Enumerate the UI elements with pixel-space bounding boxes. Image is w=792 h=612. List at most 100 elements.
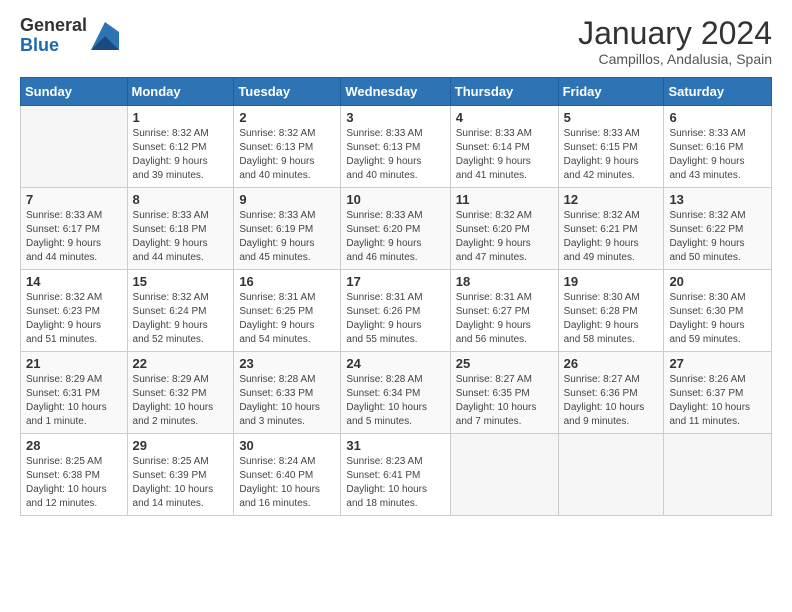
day-number: 31 [346,438,444,453]
day-info: Sunrise: 8:30 AMSunset: 6:28 PMDaylight:… [564,291,659,347]
day-number: 26 [564,356,659,371]
day-number: 9 [239,192,335,207]
day-info: Sunrise: 8:33 AMSunset: 6:17 PMDaylight:… [26,209,122,265]
day-info: Sunrise: 8:32 AMSunset: 6:22 PMDaylight:… [669,209,766,265]
day-info: Sunrise: 8:26 AMSunset: 6:37 PMDaylight:… [669,373,766,429]
calendar-table: SundayMondayTuesdayWednesdayThursdayFrid… [20,77,772,516]
day-number: 5 [564,110,659,125]
day-info: Sunrise: 8:25 AMSunset: 6:39 PMDaylight:… [133,455,229,511]
day-cell: 6 Sunrise: 8:33 AMSunset: 6:16 PMDaylight… [664,106,772,188]
day-info: Sunrise: 8:24 AMSunset: 6:40 PMDaylight:… [239,455,335,511]
day-number: 30 [239,438,335,453]
day-number: 15 [133,274,229,289]
day-number: 27 [669,356,766,371]
day-info: Sunrise: 8:33 AMSunset: 6:19 PMDaylight:… [239,209,335,265]
logo-blue: Blue [20,36,87,56]
day-info: Sunrise: 8:31 AMSunset: 6:26 PMDaylight:… [346,291,444,347]
day-cell: 7 Sunrise: 8:33 AMSunset: 6:17 PMDaylight… [21,188,128,270]
day-cell: 24 Sunrise: 8:28 AMSunset: 6:34 PMDayligh… [341,352,450,434]
day-cell: 2Sunrise: 8:32 AMSunset: 6:13 PMDaylight… [234,106,341,188]
day-number: 1 [133,110,229,125]
day-number: 18 [456,274,553,289]
day-number: 23 [239,356,335,371]
day-number: 6 [669,110,766,125]
day-cell: 14Sunrise: 8:32 AMSunset: 6:23 PMDayligh… [21,270,128,352]
day-cell: 30 Sunrise: 8:24 AMSunset: 6:40 PMDayligh… [234,434,341,516]
day-cell: 15 Sunrise: 8:32 AMSunset: 6:24 PMDayligh… [127,270,234,352]
col-header-friday: Friday [558,78,664,106]
day-cell: 23 Sunrise: 8:28 AMSunset: 6:33 PMDayligh… [234,352,341,434]
day-info: Sunrise: 8:32 AMSunset: 6:24 PMDaylight:… [133,291,229,347]
day-cell: 18 Sunrise: 8:31 AMSunset: 6:27 PMDayligh… [450,270,558,352]
day-number: 11 [456,192,553,207]
day-info: Sunrise: 8:23 AMSunset: 6:41 PMDaylight:… [346,455,444,511]
day-cell [664,434,772,516]
day-info: Sunrise: 8:33 AMSunset: 6:14 PMDaylight:… [456,127,553,183]
day-number: 16 [239,274,335,289]
day-number: 29 [133,438,229,453]
day-info: Sunrise: 8:32 AMSunset: 6:20 PMDaylight:… [456,209,553,265]
logo-icon [91,22,119,50]
day-cell: 19 Sunrise: 8:30 AMSunset: 6:28 PMDayligh… [558,270,664,352]
day-number: 20 [669,274,766,289]
day-cell: 4 Sunrise: 8:33 AMSunset: 6:14 PMDaylight… [450,106,558,188]
day-number: 8 [133,192,229,207]
day-info: Sunrise: 8:27 AMSunset: 6:35 PMDaylight:… [456,373,553,429]
day-cell: 8 Sunrise: 8:33 AMSunset: 6:18 PMDaylight… [127,188,234,270]
day-info: Sunrise: 8:31 AMSunset: 6:27 PMDaylight:… [456,291,553,347]
day-number: 13 [669,192,766,207]
day-info: Sunrise: 8:28 AMSunset: 6:34 PMDaylight:… [346,373,444,429]
day-cell: 21 Sunrise: 8:29 AMSunset: 6:31 PMDayligh… [21,352,128,434]
day-number: 14 [26,274,122,289]
calendar-page: General Blue January 2024 Campillos, And… [0,0,792,612]
day-number: 4 [456,110,553,125]
day-cell: 17 Sunrise: 8:31 AMSunset: 6:26 PMDayligh… [341,270,450,352]
col-header-tuesday: Tuesday [234,78,341,106]
day-number: 28 [26,438,122,453]
day-number: 24 [346,356,444,371]
day-info: Sunrise: 8:25 AMSunset: 6:38 PMDaylight:… [26,455,122,511]
col-header-monday: Monday [127,78,234,106]
day-number: 3 [346,110,444,125]
day-info: Sunrise: 8:32 AMSunset: 6:21 PMDaylight:… [564,209,659,265]
day-info: Sunrise: 8:29 AMSunset: 6:32 PMDaylight:… [133,373,229,429]
day-number: 10 [346,192,444,207]
month-year-title: January 2024 [578,16,772,51]
week-row-4: 21 Sunrise: 8:29 AMSunset: 6:31 PMDayligh… [21,352,772,434]
day-number: 22 [133,356,229,371]
day-info: Sunrise: 8:29 AMSunset: 6:31 PMDaylight:… [26,373,122,429]
col-header-thursday: Thursday [450,78,558,106]
day-cell: 3Sunrise: 8:33 AMSunset: 6:13 PMDaylight… [341,106,450,188]
day-number: 19 [564,274,659,289]
day-cell: 16 Sunrise: 8:31 AMSunset: 6:25 PMDayligh… [234,270,341,352]
day-number: 17 [346,274,444,289]
day-info: Sunrise: 8:33 AMSunset: 6:18 PMDaylight:… [133,209,229,265]
day-cell: 12Sunrise: 8:32 AMSunset: 6:21 PMDayligh… [558,188,664,270]
day-cell: 11 Sunrise: 8:32 AMSunset: 6:20 PMDayligh… [450,188,558,270]
day-cell: 10Sunrise: 8:33 AMSunset: 6:20 PMDayligh… [341,188,450,270]
day-cell: 13 Sunrise: 8:32 AMSunset: 6:22 PMDayligh… [664,188,772,270]
day-cell: 25 Sunrise: 8:27 AMSunset: 6:35 PMDayligh… [450,352,558,434]
day-info: Sunrise: 8:32 AMSunset: 6:12 PMDaylight:… [133,127,229,183]
logo-text: General Blue [20,16,87,56]
day-info: Sunrise: 8:28 AMSunset: 6:33 PMDaylight:… [239,373,335,429]
day-info: Sunrise: 8:33 AMSunset: 6:15 PMDaylight:… [564,127,659,183]
header-row: SundayMondayTuesdayWednesdayThursdayFrid… [21,78,772,106]
day-number: 25 [456,356,553,371]
header: General Blue January 2024 Campillos, And… [20,16,772,67]
col-header-wednesday: Wednesday [341,78,450,106]
col-header-sunday: Sunday [21,78,128,106]
day-info: Sunrise: 8:30 AMSunset: 6:30 PMDaylight:… [669,291,766,347]
day-number: 21 [26,356,122,371]
day-cell: 5 Sunrise: 8:33 AMSunset: 6:15 PMDaylight… [558,106,664,188]
day-info: Sunrise: 8:31 AMSunset: 6:25 PMDaylight:… [239,291,335,347]
location-subtitle: Campillos, Andalusia, Spain [578,51,772,67]
day-info: Sunrise: 8:33 AMSunset: 6:16 PMDaylight:… [669,127,766,183]
week-row-2: 7 Sunrise: 8:33 AMSunset: 6:17 PMDaylight… [21,188,772,270]
day-number: 7 [26,192,122,207]
day-cell: 20 Sunrise: 8:30 AMSunset: 6:30 PMDayligh… [664,270,772,352]
day-cell: 26Sunrise: 8:27 AMSunset: 6:36 PMDayligh… [558,352,664,434]
week-row-5: 28 Sunrise: 8:25 AMSunset: 6:38 PMDayligh… [21,434,772,516]
day-cell: 9 Sunrise: 8:33 AMSunset: 6:19 PMDaylight… [234,188,341,270]
day-cell: 28 Sunrise: 8:25 AMSunset: 6:38 PMDayligh… [21,434,128,516]
